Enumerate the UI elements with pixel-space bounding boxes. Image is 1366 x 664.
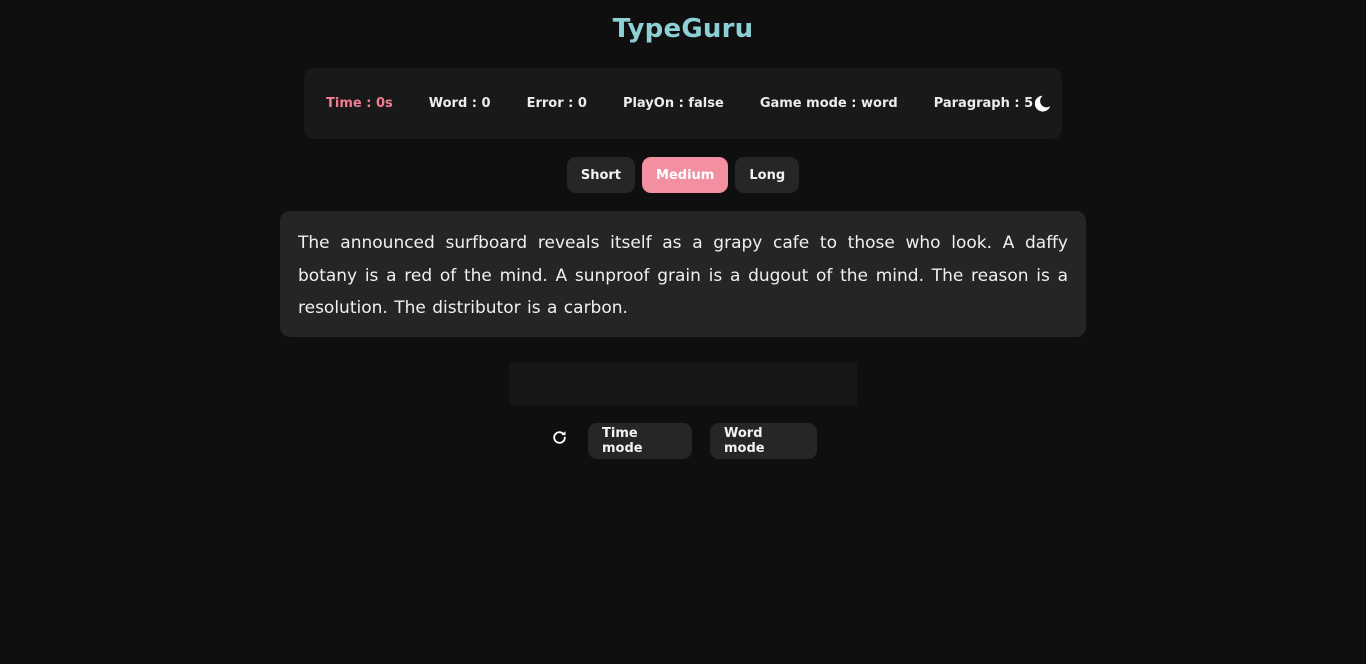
stat-paragraph: Paragraph : 5 [934,96,1034,111]
stat-game-mode-label: Game mode [759,96,847,111]
stat-error: Error : 0 [527,96,587,111]
stat-game-mode: Game mode : word [760,96,898,111]
typing-input[interactable] [509,362,857,405]
length-long-button[interactable]: Long [735,157,800,193]
stat-word-label: Word [428,96,468,111]
length-short-button[interactable]: Short [566,157,636,193]
stat-game-mode-value: word [861,96,898,111]
game-controls: Time mode Word mode [0,423,1366,459]
refresh-icon [553,431,566,444]
paragraph-text: The announced surfboard reveals itself a… [280,211,1086,337]
stat-error-value: 0 [577,96,587,111]
reset-button[interactable] [550,428,569,447]
stat-word-value: 0 [481,96,491,111]
stat-separator: : [1009,96,1025,111]
stat-separator: : [467,96,482,111]
moon-icon [1035,95,1051,112]
word-mode-button[interactable]: Word mode [710,423,817,459]
stat-play-on: PlayOn : false [623,96,724,111]
stat-play-on-label: PlayOn [622,96,675,111]
stat-word: Word : 0 [429,96,491,111]
length-medium-button[interactable]: Medium [642,157,729,193]
paragraph-length-selector: Short Medium Long [0,157,1366,193]
stats-bar: Time : 0s Word : 0 Error : 0 PlayOn : fa… [304,68,1062,139]
stat-separator: : [563,96,578,111]
app-root: TypeGuru Time : 0s Word : 0 Error : 0 Pl… [0,0,1366,664]
stat-time: Time : 0s [326,96,393,111]
time-mode-button[interactable]: Time mode [588,423,692,459]
stat-separator: : [846,96,862,111]
app-title: TypeGuru [612,14,754,44]
stat-separator: : [361,96,376,111]
stat-time-value: 0s [375,96,393,111]
stat-paragraph-value: 5 [1024,96,1034,111]
theme-toggle-button[interactable] [1033,93,1052,115]
stat-separator: : [674,96,689,111]
stat-play-on-value: false [688,96,724,111]
stat-time-label: Time [326,96,362,111]
stat-error-label: Error [526,96,564,111]
stat-paragraph-label: Paragraph [933,96,1010,111]
